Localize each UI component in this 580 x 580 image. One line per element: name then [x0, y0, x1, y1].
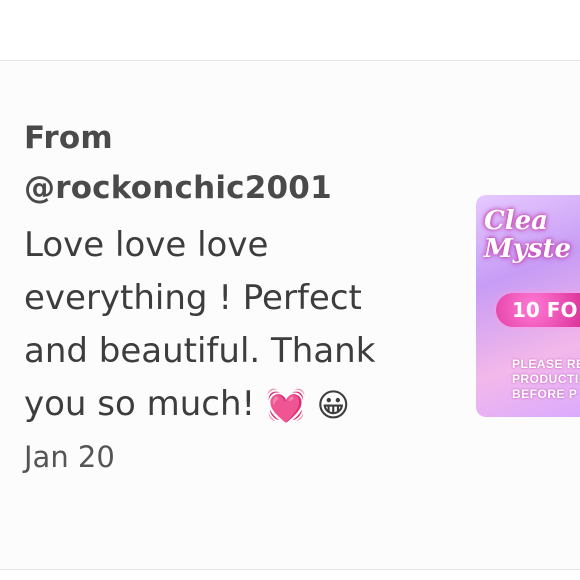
thumbnail-title-line-1: Clea	[484, 206, 548, 236]
review-date: Jan 20	[24, 440, 115, 474]
thumbnail-title-line-2: Myste	[484, 234, 572, 264]
user-handle-link[interactable]: @rockonchic2001	[24, 163, 424, 213]
from-label: From	[24, 120, 113, 156]
thumbnail-notice-text: PLEASE REA PRODUCTI BEFORE P	[512, 357, 580, 401]
previous-item-area	[0, 0, 580, 61]
next-item-area	[0, 570, 580, 580]
thumbnail-pill-label: 10 FO	[496, 293, 580, 327]
grinning-face-emoji-icon: 😀	[316, 386, 350, 424]
review-body: From @rockonchic2001 Love love love ever…	[24, 113, 424, 478]
review-author: From @rockonchic2001	[24, 113, 424, 213]
review-comment: Love love love everything ! Perfect and …	[24, 219, 424, 432]
thumbnail-title: Clea Myste	[484, 207, 571, 263]
beating-heart-emoji-icon: 💓	[265, 386, 306, 424]
product-thumbnail[interactable]: Clea Myste 10 FO PLEASE REA PRODUCTI BEF…	[476, 195, 580, 417]
review-card[interactable]: From @rockonchic2001 Love love love ever…	[0, 61, 580, 570]
